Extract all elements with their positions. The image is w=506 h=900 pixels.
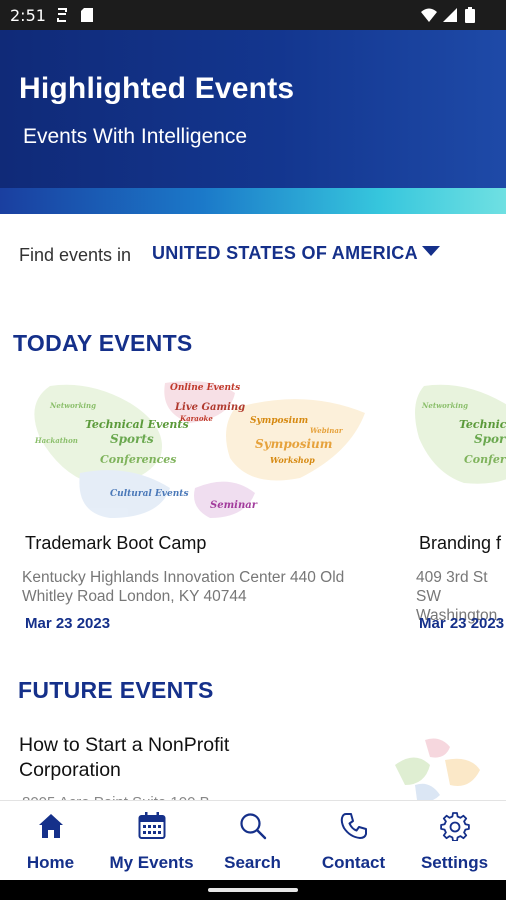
home-gesture-handle[interactable] [208, 888, 298, 892]
battery-icon [465, 7, 475, 23]
wifi-icon [421, 8, 437, 22]
event-card[interactable]: Technical Sports Conferences Networking … [414, 378, 506, 638]
nav-home[interactable]: Home [0, 801, 101, 881]
svg-text:Technical: Technical [459, 418, 506, 431]
nav-my-events-label: My Events [109, 853, 194, 872]
accent-strip [0, 188, 506, 214]
nav-search[interactable]: Search [202, 801, 303, 881]
svg-text:Workshop: Workshop [270, 455, 315, 465]
svg-text:Symposium: Symposium [255, 437, 332, 451]
event-address: Kentucky Highlands Innovation Center 440… [22, 569, 345, 605]
svg-text:Online Events: Online Events [170, 383, 240, 393]
svg-text:Networking: Networking [421, 401, 468, 410]
country-dropdown-value: UNITED STATES OF AMERICA [152, 243, 418, 263]
event-title: Trademark Boot Camp [25, 533, 207, 553]
svg-text:Symposium: Symposium [250, 416, 308, 426]
bottom-navigation: Home My Events Search Contact Settings [0, 800, 506, 880]
nav-contact[interactable]: Contact [303, 801, 404, 881]
status-time: 2:51 [10, 6, 46, 25]
nav-settings[interactable]: Settings [404, 801, 505, 881]
phone-icon [340, 813, 367, 839]
gear-icon [439, 812, 470, 841]
svg-text:Live Gaming: Live Gaming [174, 402, 245, 413]
find-events-label: Find events in [19, 245, 132, 265]
svg-text:Technical Events: Technical Events [85, 418, 189, 431]
search-icon [239, 813, 266, 840]
svg-text:Conferences: Conferences [100, 453, 177, 466]
today-events-title: TODAY EVENTS [13, 330, 193, 356]
event-card[interactable]: Technical Events Sports Conferences Onli… [20, 378, 370, 638]
svg-text:Conferences: Conferences [464, 453, 506, 466]
nav-settings-label: Settings [420, 853, 489, 872]
nav-my-events[interactable]: My Events [101, 801, 202, 881]
status-bar: 2:51 [0, 0, 506, 30]
svg-text:Webinar: Webinar [310, 426, 344, 435]
nav-contact-label: Contact [321, 853, 386, 872]
event-date: Mar 23 2023 [419, 615, 505, 632]
event-date: Mar 23 2023 [25, 615, 111, 632]
future-events-title: FUTURE EVENTS [18, 677, 214, 703]
nav-home-label: Home [26, 853, 75, 872]
svg-text:Seminar: Seminar [210, 500, 258, 511]
event-wordcloud-image: Technical Events Sports Conferences Onli… [34, 380, 365, 518]
sd-card-icon [81, 8, 93, 22]
country-dropdown[interactable]: UNITED STATES OF AMERICA [152, 243, 440, 264]
nav-search-label: Search [224, 853, 281, 872]
event-title: Branding f [419, 533, 502, 553]
svg-text:Karaoke: Karaoke [179, 414, 213, 423]
page-title: Highlighted Events [19, 72, 295, 105]
page-subtitle: Events With Intelligence [23, 125, 248, 148]
svg-text:Sports: Sports [110, 432, 154, 446]
sync-icon [57, 8, 67, 22]
app-header [0, 30, 506, 188]
caret-down-icon [421, 245, 440, 256]
home-icon [38, 814, 63, 838]
svg-text:Networking: Networking [49, 401, 96, 410]
future-event-image [395, 738, 480, 802]
svg-text:Hackathon: Hackathon [34, 436, 78, 445]
svg-text:Cultural Events: Cultural Events [110, 489, 189, 499]
calendar-icon [138, 812, 165, 839]
future-event-title[interactable]: How to Start a NonProfit Corporation [19, 733, 319, 783]
signal-icon [443, 8, 457, 22]
event-wordcloud-image: Technical Sports Conferences Networking [415, 384, 506, 484]
svg-text:Sports: Sports [474, 432, 506, 446]
